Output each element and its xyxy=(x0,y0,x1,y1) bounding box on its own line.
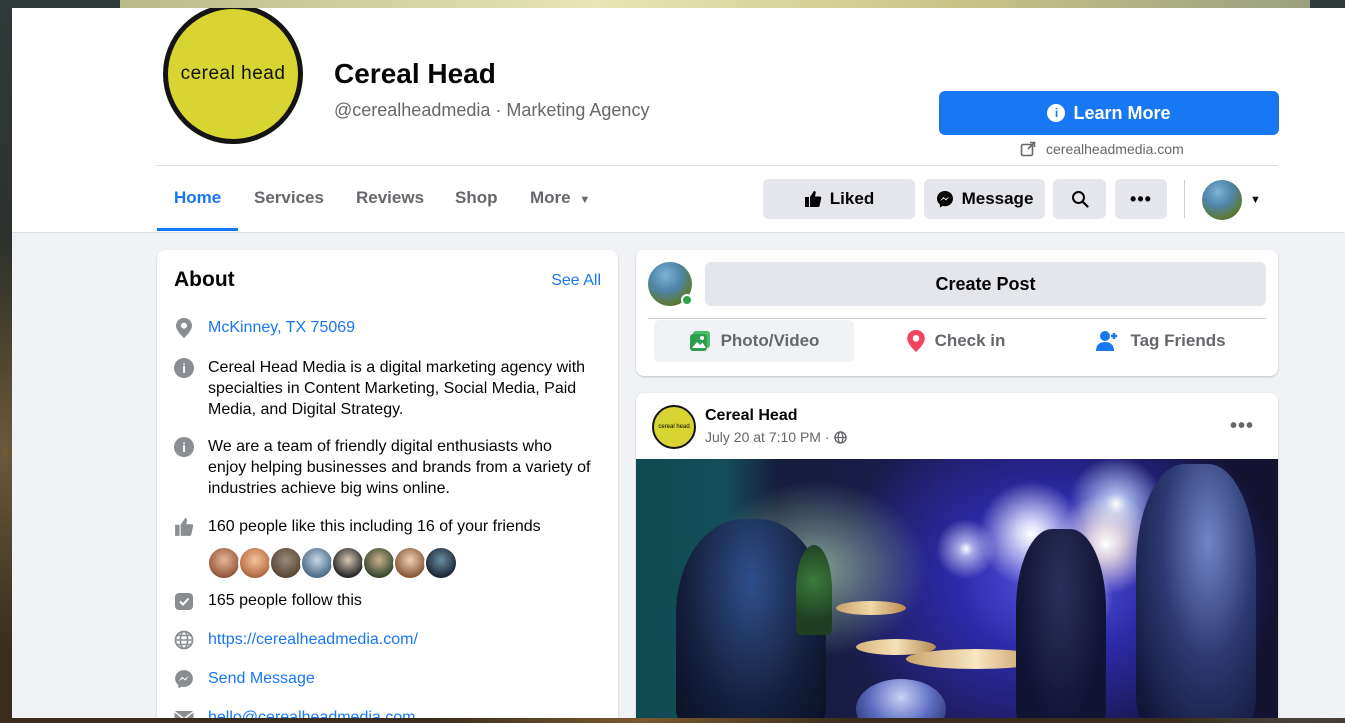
friend-avatar[interactable] xyxy=(207,546,241,580)
search-icon xyxy=(1071,191,1089,208)
external-link-icon xyxy=(1020,141,1036,157)
about-description-row: i Cereal Head Media is a digital marketi… xyxy=(174,357,594,420)
about-location-row: McKinney, TX 75069 xyxy=(174,317,594,338)
friend-avatar[interactable] xyxy=(331,546,365,580)
check-in-label: Check in xyxy=(934,331,1006,350)
post-timestamp[interactable]: July 20 at 7:10 PM · xyxy=(705,429,830,445)
globe-icon xyxy=(174,630,194,650)
tab-services[interactable]: Services xyxy=(254,188,324,208)
christmas-tree xyxy=(796,545,832,635)
create-post-composer: Create Post Photo/Video Check in Tag Fri… xyxy=(636,250,1278,376)
friend-avatar[interactable] xyxy=(238,546,272,580)
about-follows-row: 165 people follow this xyxy=(174,590,594,611)
about-card: About See All McKinney, TX 75069 i Cerea… xyxy=(157,250,618,718)
tab-home[interactable]: Home xyxy=(174,188,221,208)
tag-friends-button[interactable]: Tag Friends xyxy=(1056,320,1266,362)
post-author-name[interactable]: Cereal Head xyxy=(705,407,798,425)
liked-label: Liked xyxy=(829,189,875,208)
about-email-row: hello@cerealheadmedia.com xyxy=(174,707,594,718)
message-button[interactable]: Message xyxy=(924,179,1045,219)
learn-more-label: Learn More xyxy=(1073,102,1171,123)
header-divider xyxy=(156,165,1278,166)
search-button[interactable] xyxy=(1053,179,1106,219)
photo-video-label: Photo/Video xyxy=(720,331,820,350)
friend-avatar[interactable] xyxy=(424,546,458,580)
post-options-icon[interactable]: ••• xyxy=(1230,415,1254,438)
cymbal-shape xyxy=(836,601,906,615)
message-label: Message xyxy=(961,189,1034,208)
thumbs-up-icon xyxy=(804,191,822,207)
liked-button[interactable]: Liked xyxy=(763,179,915,219)
ellipsis-icon: ••• xyxy=(1130,188,1152,209)
photo-video-button[interactable]: Photo/Video xyxy=(654,320,854,362)
post-avatar-text: cereal head xyxy=(658,424,690,430)
page-handle-category: @cerealheadmedia · Marketing Agency xyxy=(334,100,650,120)
friends-who-like[interactable] xyxy=(207,546,458,580)
logo-text: cereal head xyxy=(180,63,286,84)
info-icon: i xyxy=(1047,104,1066,122)
tag-friends-label: Tag Friends xyxy=(1130,331,1226,350)
online-status-dot xyxy=(681,294,693,306)
tag-people-icon xyxy=(1096,331,1118,351)
post-meta: July 20 at 7:10 PM · xyxy=(705,429,847,445)
friend-avatar[interactable] xyxy=(300,546,334,580)
check-in-button[interactable]: Check in xyxy=(856,320,1056,362)
active-tab-indicator xyxy=(157,228,238,231)
about-description-2: We are a team of friendly digital enthus… xyxy=(208,438,591,497)
about-description-1: Cereal Head Media is a digital marketing… xyxy=(208,359,586,418)
user-avatar xyxy=(1202,180,1242,220)
location-pin-icon xyxy=(174,318,194,338)
info-icon: i xyxy=(174,358,194,378)
see-all-link[interactable]: See All xyxy=(551,272,601,290)
feed-post: cereal head Cereal Head July 20 at 7:10 … xyxy=(636,393,1278,718)
thumbs-up-icon xyxy=(174,517,194,537)
caret-down-icon: ▼ xyxy=(579,194,591,206)
page-profile-picture[interactable]: cereal head xyxy=(163,8,303,144)
send-message-link[interactable]: Send Message xyxy=(208,668,315,689)
composer-divider xyxy=(648,318,1266,319)
globe-icon xyxy=(833,430,847,444)
email-link[interactable]: hello@cerealheadmedia.com xyxy=(208,707,415,718)
about-send-message-row: Send Message xyxy=(174,668,594,689)
about-website-row: https://cerealheadmedia.com/ xyxy=(174,629,594,650)
tab-shop[interactable]: Shop xyxy=(455,188,498,208)
location-pin-icon xyxy=(906,330,925,352)
profile-switcher[interactable]: ▼ xyxy=(1202,180,1261,220)
envelope-icon xyxy=(174,708,194,718)
about-title: About xyxy=(174,268,235,291)
follows-count-text: 165 people follow this xyxy=(208,592,362,609)
website-short-label: cerealheadmedia.com xyxy=(1046,141,1184,157)
tab-more-label: More xyxy=(530,188,571,207)
post-photo[interactable] xyxy=(636,459,1278,718)
follow-check-icon xyxy=(174,591,194,611)
background-strip xyxy=(120,0,1310,8)
page-header: cereal head Cereal Head @cerealheadmedia… xyxy=(12,8,1345,233)
about-team-row: i We are a team of friendly digital enth… xyxy=(174,436,594,499)
tab-more[interactable]: More ▼ xyxy=(530,188,590,208)
guitarist-silhouette xyxy=(1016,529,1106,718)
page-title: Cereal Head xyxy=(334,58,496,89)
more-options-button[interactable]: ••• xyxy=(1115,179,1167,219)
photo-icon xyxy=(689,331,710,351)
messenger-icon xyxy=(174,669,194,689)
learn-more-button[interactable]: i Learn More xyxy=(939,91,1279,135)
location-link[interactable]: McKinney, TX 75069 xyxy=(208,317,355,338)
website-link[interactable]: https://cerealheadmedia.com/ xyxy=(208,629,418,650)
nav-divider xyxy=(1184,180,1185,218)
drum-shape xyxy=(856,679,946,718)
messenger-icon xyxy=(936,191,953,208)
tab-reviews[interactable]: Reviews xyxy=(356,188,424,208)
friend-avatar[interactable] xyxy=(362,546,396,580)
post-author-avatar[interactable]: cereal head xyxy=(652,405,696,449)
bassist-silhouette xyxy=(1136,464,1256,718)
browser-window: cereal head Cereal Head @cerealheadmedia… xyxy=(12,8,1345,718)
about-likes-row: 160 people like this including 16 of you… xyxy=(174,516,594,537)
create-post-button[interactable]: Create Post xyxy=(705,262,1266,306)
friend-avatar[interactable] xyxy=(269,546,303,580)
friend-avatar[interactable] xyxy=(393,546,427,580)
website-short-link[interactable]: cerealheadmedia.com xyxy=(1020,141,1184,157)
caret-down-icon: ▼ xyxy=(1250,194,1261,206)
info-icon: i xyxy=(174,437,194,457)
likes-count-text: 160 people like this including 16 of you… xyxy=(208,518,541,535)
